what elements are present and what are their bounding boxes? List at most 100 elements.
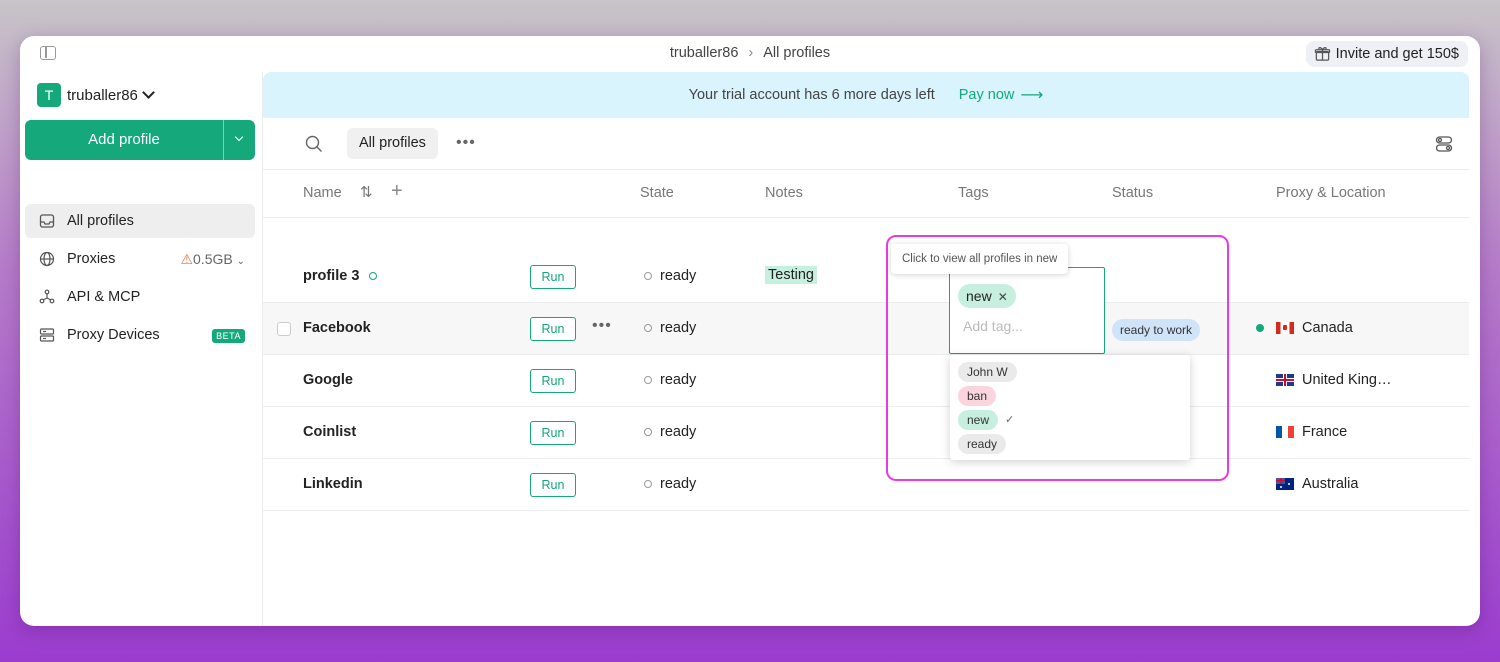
pay-now-label: Pay now [958,87,1015,103]
chevron-down-icon [142,86,155,99]
breadcrumb: truballer86 › All profiles [20,45,1480,61]
canada-flag-icon [1276,322,1294,334]
run-button[interactable]: Run [530,421,576,445]
add-profile-split-button: Add profile [25,120,255,160]
sidebar-item-label: Proxies [67,251,116,267]
account-name: truballer86 [67,86,138,104]
invite-button[interactable]: Invite and get 150$ [1305,41,1468,67]
row-checkbox[interactable] [277,322,291,336]
sidebar-item-proxy-devices[interactable]: Proxy Devices BETA [25,318,255,352]
filter-all-profiles[interactable]: All profiles [347,128,438,159]
breadcrumb-current: All profiles [763,45,831,61]
profile-name: Linkedin [303,476,363,492]
tag-option-ready[interactable]: ready [958,434,1007,454]
column-proxy-location[interactable]: Proxy & Location [1276,185,1386,201]
tag-tooltip: Click to view all profiles in new [891,244,1069,274]
check-icon: ✓ [1005,414,1015,426]
run-button[interactable]: Run [530,317,576,341]
profile-name: Coinlist [303,424,357,440]
column-tags[interactable]: Tags [958,185,989,201]
selected-tag[interactable]: new ✕ [958,284,1016,308]
add-profile-dropdown-button[interactable] [224,120,255,160]
run-button[interactable]: Run [530,265,576,289]
toolbar: All profiles ••• [263,118,1469,170]
table-row[interactable]: Linkedin Run ready Australia [263,459,1469,511]
profile-name: Google [303,372,353,388]
proxy-traffic-info: ⚠0.5GB ⌄ [180,251,245,268]
chevron-right-icon: › [748,45,754,61]
tag-option-john-w[interactable]: John W [958,362,1017,382]
inbox-icon [39,214,55,228]
remove-tag-icon[interactable]: ✕ [998,290,1008,304]
globe-icon [39,251,55,267]
add-profile-button[interactable]: Add profile [25,120,223,160]
location-cell: France [1276,424,1347,440]
app-window: truballer86 › All profiles Invite and get … [20,36,1480,626]
profile-name: profile 3 [303,268,378,284]
location-cell: Australia [1276,476,1358,492]
column-notes[interactable]: Notes [765,185,803,201]
add-column-icon[interactable]: + [391,180,403,203]
australia-flag-icon [1276,478,1294,490]
state-cell: ready [644,424,696,440]
state-cell: ready [644,476,696,492]
run-button[interactable]: Run [530,369,576,393]
state-dot-icon [644,272,652,281]
sidebar-item-label: API & MCP [67,289,141,305]
state-cell: ready [644,268,696,284]
avatar: T [37,83,61,107]
note-cell[interactable]: Testing [765,266,817,284]
breadcrumb-account[interactable]: truballer86 [670,45,739,61]
state-text: ready [660,320,697,336]
state-dot-icon [644,324,652,333]
api-icon [39,289,55,304]
row-more-icon[interactable]: ••• [592,317,612,335]
online-indicator-icon [369,272,378,281]
run-button[interactable]: Run [530,473,576,497]
state-dot-icon [644,428,652,437]
table-row[interactable]: Google Run ready new United King… [263,355,1469,407]
column-state[interactable]: State [640,185,674,201]
state-cell: ready [644,372,696,388]
sidebar: T truballer86 Add profile All profiles P… [20,72,263,626]
state-text: ready [660,476,697,492]
add-tag-input[interactable]: Add tag... [963,318,1023,334]
column-status[interactable]: Status [1112,185,1153,201]
search-icon[interactable] [305,135,323,153]
top-bar: truballer86 › All profiles Invite and get … [20,36,1480,72]
state-text: ready [660,424,697,440]
state-dot-icon [644,480,652,489]
account-switcher[interactable]: T truballer86 [37,82,155,108]
sidebar-item-proxies[interactable]: Proxies ⚠0.5GB ⌄ [25,242,255,276]
state-cell: ready [644,320,696,336]
sidebar-item-api-mcp[interactable]: API & MCP [25,280,255,314]
sort-icon[interactable]: ⇅ [360,183,373,201]
location-text: France [1302,424,1348,440]
location-cell: United King… [1276,372,1391,388]
table-row[interactable]: profile 3 Run ready Testing [263,251,1469,303]
server-icon [39,328,55,342]
arrow-right-icon: ⟶ [1020,87,1044,104]
trial-message: Your trial account has 6 more days left [688,87,935,103]
state-dot-icon [644,376,652,385]
location-text: Canada [1302,320,1353,336]
location-cell: Canada [1256,320,1353,336]
proxy-traffic-value: 0.5GB [193,251,233,267]
table-header: Name ⇅ + State Notes Tags Status Proxy &… [263,171,1469,218]
trial-banner: Your trial account has 6 more days left … [263,72,1469,118]
toggle-columns-icon[interactable] [1435,135,1453,153]
tag-option-ban[interactable]: ban [958,386,997,406]
profile-name-text: profile 3 [303,268,360,284]
more-options-icon[interactable]: ••• [456,134,476,152]
main-content: Your trial account has 6 more days left … [263,72,1480,626]
column-name[interactable]: Name [303,185,342,201]
tag-editor[interactable]: new ✕ Add tag... [949,267,1105,354]
warning-icon: ⚠ [180,251,194,267]
tag-option-new[interactable]: new [958,410,999,430]
table-row[interactable]: Facebook Run ••• ready ready to work Can… [263,303,1469,355]
sidebar-item-all-profiles[interactable]: All profiles [25,204,255,238]
proxy-active-dot-icon [1256,324,1264,332]
table-row[interactable]: Coinlist Run ready France [263,407,1469,459]
pay-now-link[interactable]: Pay now ⟶ [959,85,1044,105]
location-text: United King… [1302,372,1392,388]
